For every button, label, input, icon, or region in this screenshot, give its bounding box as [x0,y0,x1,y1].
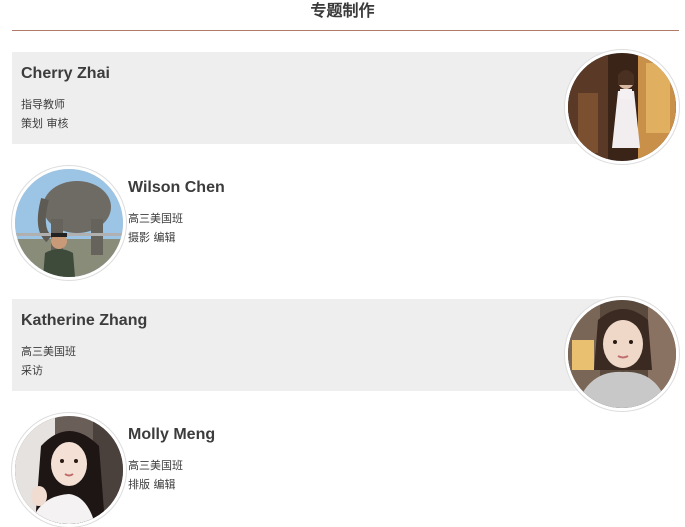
member-name: Molly Meng [128,426,216,443]
member-card-katherine-zhang: Katherine Zhang 高三美国班 采访 [0,297,685,411]
member-role: 高三美国班 [128,212,183,225]
member-duties: 策划 审核 [21,117,69,130]
member-role: 高三美国班 [21,345,76,358]
member-role: 指导教师 [21,98,65,111]
member-duties: 采访 [21,364,43,377]
member-duties: 排版 编辑 [128,478,176,491]
member-duties: 摄影 编辑 [128,231,176,244]
member-name: Cherry Zhai [21,65,110,82]
page-title: 专题制作 [310,1,375,20]
portrait-photo-icon [568,53,676,161]
avatar [565,50,679,164]
portrait-photo-icon [15,169,123,277]
member-name: Katherine Zhang [21,312,148,329]
avatar [12,166,126,280]
member-role: 高三美国班 [128,459,183,472]
portrait-photo-icon [568,300,676,408]
portrait-photo-icon [15,416,123,524]
avatar [12,413,126,527]
title-divider [12,30,679,31]
member-card-cherry-zhai: Cherry Zhai 指导教师 策划 审核 [0,50,685,164]
member-card-wilson-chen: Wilson Chen 高三美国班 摄影 编辑 [0,166,685,280]
member-name: Wilson Chen [128,179,225,196]
member-card-molly-meng: Molly Meng 高三美国班 排版 编辑 [0,413,685,527]
avatar [565,297,679,411]
